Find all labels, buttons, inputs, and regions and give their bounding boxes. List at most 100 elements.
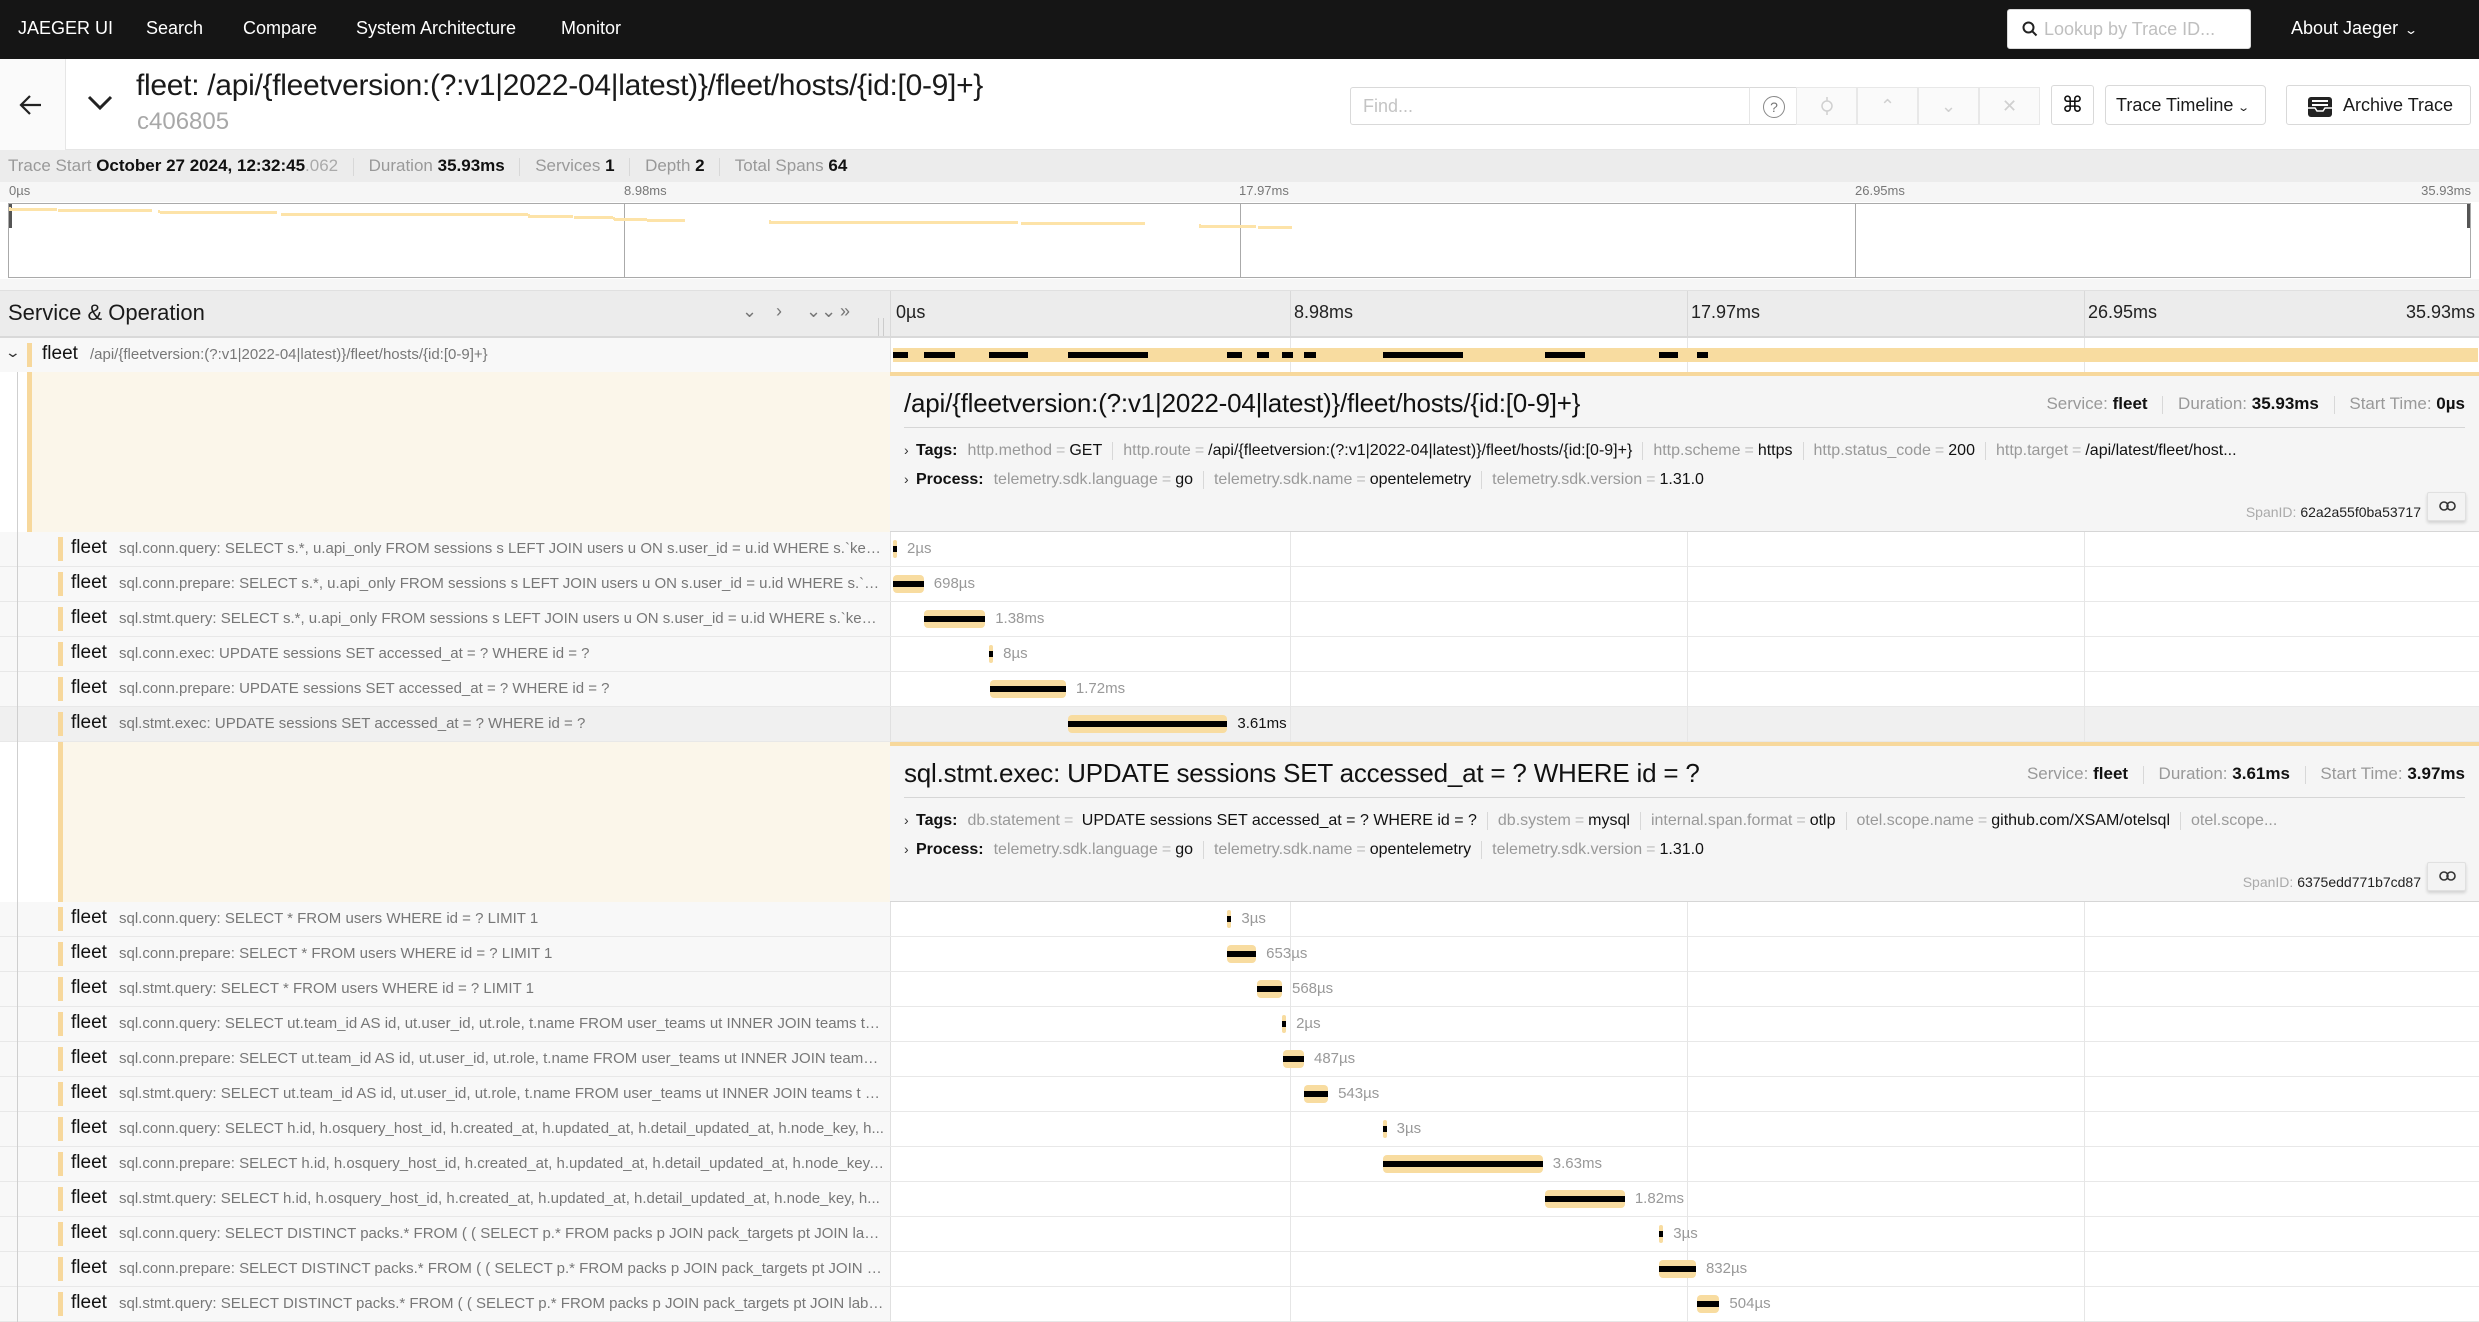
span-bar[interactable]	[1697, 1295, 1720, 1313]
span-row[interactable]: fleet sql.stmt.query: SELECT ut.team_id A…	[0, 1077, 2479, 1112]
chevron-right-icon[interactable]: ›	[904, 812, 916, 828]
next-match-button[interactable]: ⌄	[1918, 87, 1979, 125]
span-row[interactable]: fleet sql.stmt.query: SELECT h.id, h.osqu…	[0, 1182, 2479, 1217]
critical-path-segment	[989, 651, 994, 657]
archive-trace-button[interactable]: Archive Trace	[2286, 85, 2471, 125]
locate-span-button[interactable]	[1796, 87, 1857, 125]
span-bar[interactable]	[1282, 1015, 1287, 1033]
trace-minimap[interactable]	[8, 203, 2471, 278]
span-bar[interactable]	[1659, 1260, 1696, 1278]
timeline-gridline	[1290, 1077, 1291, 1112]
copy-link-button[interactable]	[2427, 492, 2466, 521]
find-input[interactable]	[1363, 88, 1683, 124]
about-jaeger-menu[interactable]: About Jaeger ⌄	[2291, 0, 2418, 59]
span-row[interactable]: fleet sql.conn.prepare: SELECT h.id, h.os…	[0, 1147, 2479, 1182]
span-bar[interactable]	[1227, 945, 1257, 963]
tags-list: db.statement = UPDATE sessions SET access…	[967, 812, 2277, 830]
span-row[interactable]: fleet sql.conn.prepare: SELECT DISTINCT p…	[0, 1252, 2479, 1287]
critical-path-tick	[1256, 352, 1270, 358]
span-row[interactable]: fleet sql.conn.exec: UPDATE sessions SET …	[0, 637, 2479, 672]
operation-name: sql.stmt.query: SELECT * FROM users WHER…	[119, 980, 534, 997]
span-row[interactable]: fleet sql.conn.query: SELECT s.*, u.api_o…	[0, 532, 2479, 567]
span-bar[interactable]	[924, 610, 986, 628]
span-row[interactable]: fleet sql.conn.prepare: SELECT * FROM use…	[0, 937, 2479, 972]
column-resize-handle[interactable]	[878, 318, 884, 336]
tags-summary[interactable]: › Tags: db.statement = UPDATE sessions SET …	[904, 812, 2464, 830]
critical-path-segment	[924, 616, 986, 622]
span-name-cell: fleet sql.conn.prepare: SELECT h.id, h.os…	[0, 1147, 890, 1182]
minimap-right-handle[interactable]	[2467, 204, 2470, 228]
span-bar[interactable]	[893, 575, 924, 593]
span-row[interactable]: fleet sql.conn.prepare: UPDATE sessions S…	[0, 672, 2479, 707]
nav-monitor[interactable]: Monitor	[561, 0, 621, 59]
tree-guide	[17, 672, 18, 707]
collapse-header-chevron-icon[interactable]	[86, 93, 114, 113]
chevron-right-icon[interactable]: ›	[904, 442, 916, 458]
kv-value: 1.31.0	[1659, 471, 1704, 489]
tags-summary[interactable]: › Tags: http.method = GET http.route =/api/{fl…	[904, 442, 2464, 460]
copy-link-button[interactable]	[2427, 862, 2466, 891]
nav-compare[interactable]: Compare	[243, 0, 317, 59]
span-bar[interactable]	[989, 645, 994, 663]
span-bar[interactable]	[893, 540, 897, 558]
kv-key: http.status_code	[1813, 442, 1931, 460]
view-select-dropdown[interactable]: Trace Timeline ⌄	[2105, 85, 2266, 125]
span-bar[interactable]	[1659, 1225, 1664, 1243]
nav-system-architecture[interactable]: System Architecture	[356, 0, 516, 59]
span-detail-panel: sql.stmt.exec: UPDATE sessions SET acces…	[890, 742, 2479, 902]
span-bar[interactable]	[1227, 910, 1232, 928]
chevron-right-icon[interactable]: ›	[904, 841, 916, 857]
span-bar[interactable]	[1068, 715, 1228, 733]
critical-path-tick	[893, 352, 909, 358]
critical-path-tick	[1282, 352, 1294, 358]
span-bar[interactable]	[1382, 1120, 1387, 1138]
span-bar[interactable]	[1544, 1190, 1625, 1208]
trace-id-input[interactable]	[2044, 10, 2244, 48]
span-bar[interactable]	[1282, 1050, 1304, 1068]
span-name-cell: fleet sql.conn.prepare: SELECT s.*, u.api…	[0, 567, 890, 602]
collapse-chevron-icon[interactable]: ⌄	[5, 344, 21, 361]
span-row[interactable]: fleet sql.conn.query: SELECT * FROM users…	[0, 902, 2479, 937]
nav-search[interactable]: Search	[146, 0, 203, 59]
span-row[interactable]: fleet sql.conn.prepare: SELECT ut.team_id…	[0, 1042, 2479, 1077]
collapse-all-icon[interactable]: ⌄⌄	[806, 301, 836, 322]
keyboard-shortcuts-button[interactable]: ⌘	[2051, 85, 2094, 125]
span-row[interactable]: fleet sql.stmt.query: SELECT DISTINCT pac…	[0, 1287, 2479, 1322]
collapse-one-icon[interactable]: ⌄	[742, 301, 757, 322]
span-row[interactable]: fleet sql.conn.query: SELECT ut.team_id A…	[0, 1007, 2479, 1042]
span-row[interactable]: fleet sql.conn.query: SELECT DISTINCT pac…	[0, 1217, 2479, 1252]
operation-name: sql.conn.query: SELECT DISTINCT packs.* …	[119, 1225, 884, 1242]
brand-logo-link[interactable]: JAEGER UI	[18, 0, 113, 59]
span-bar[interactable]	[990, 680, 1066, 698]
expand-all-icon[interactable]: »	[840, 301, 850, 322]
find-help-button[interactable]: ?	[1749, 87, 1797, 125]
tags-list: http.method = GET http.route =/api/{fleetver…	[967, 442, 2237, 460]
span-bar[interactable]	[1382, 1155, 1543, 1173]
root-span-bar[interactable]	[893, 348, 2478, 362]
span-row[interactable]: fleet sql.conn.prepare: SELECT s.*, u.api…	[0, 567, 2479, 602]
service-name: fleet	[71, 642, 107, 663]
prev-match-button[interactable]: ⌃	[1857, 87, 1918, 125]
span-bar[interactable]	[1256, 980, 1282, 998]
span-row[interactable]: fleet sql.stmt.query: SELECT * FROM users…	[0, 972, 2479, 1007]
timeline-gridline	[2084, 1217, 2085, 1252]
critical-path-tick	[1697, 352, 1709, 358]
operation-name: sql.conn.query: SELECT * FROM users WHER…	[119, 910, 539, 927]
back-button[interactable]	[0, 59, 66, 150]
timeline-gridline	[2084, 637, 2085, 672]
span-row-root[interactable]: ⌄ fleet /api/{fleetversion:(?:v1|2022-04…	[0, 338, 2479, 373]
clear-search-button[interactable]: ✕	[1979, 87, 2040, 125]
span-bar[interactable]	[1304, 1085, 1329, 1103]
expand-one-icon[interactable]: ›	[776, 301, 782, 322]
span-row[interactable]: fleet sql.conn.query: SELECT h.id, h.osqu…	[0, 1112, 2479, 1147]
chevron-right-icon[interactable]: ›	[904, 471, 916, 487]
minimap-tick: 0µs	[9, 183, 31, 198]
trace-start-ms: .062	[305, 156, 339, 175]
span-row[interactable]: fleet sql.stmt.exec: UPDATE sessions SET …	[0, 707, 2479, 742]
view-select-label: Trace Timeline	[2116, 95, 2234, 115]
process-summary[interactable]: › Process: telemetry.sdk.language = go teleme…	[904, 841, 2464, 859]
process-summary[interactable]: › Process: telemetry.sdk.language = go teleme…	[904, 471, 2464, 489]
minimap-tick: 17.97ms	[1239, 183, 1289, 198]
span-row[interactable]: fleet sql.stmt.query: SELECT s.*, u.api_o…	[0, 602, 2479, 637]
span-name-cell: ⌄ fleet /api/{fleetversion:(?:v1|2022-04…	[0, 338, 890, 372]
